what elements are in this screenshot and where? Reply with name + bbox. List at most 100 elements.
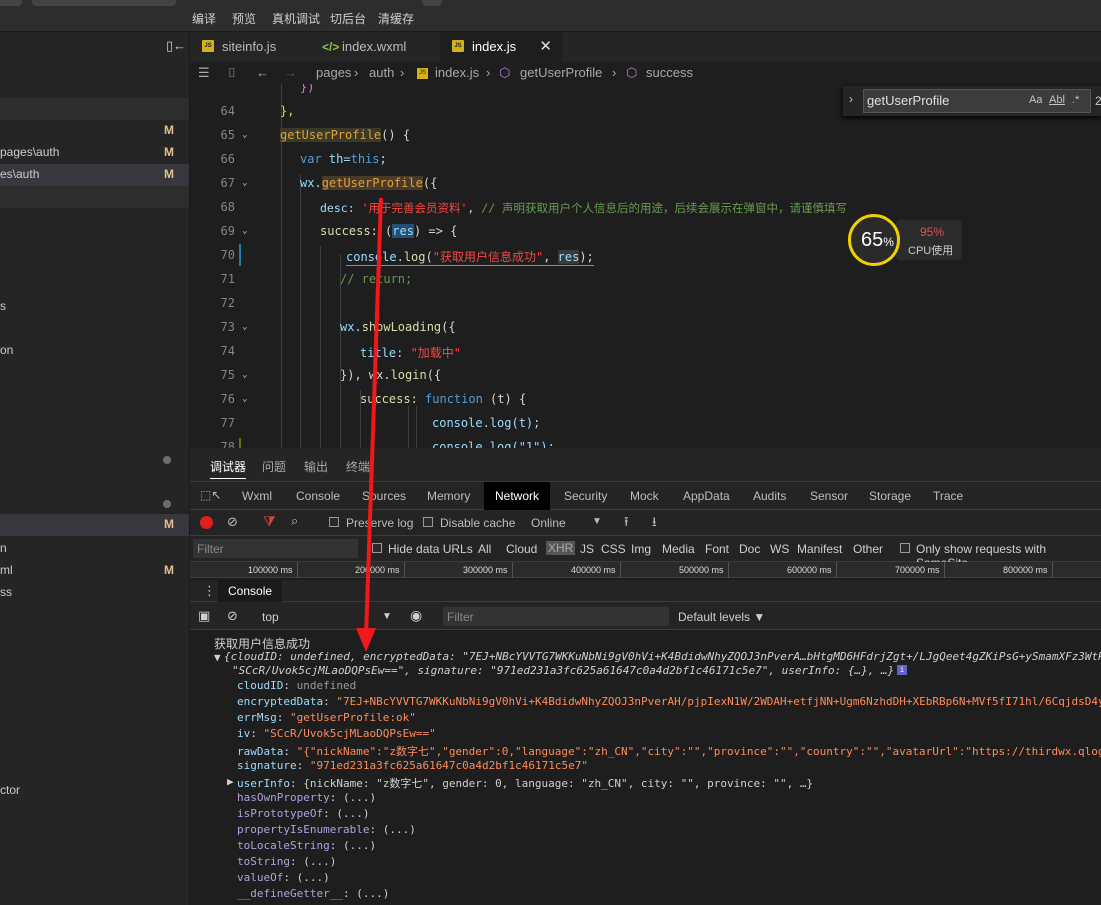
sidebar-file-item[interactable]: pages\auth M xyxy=(0,142,189,164)
network-timeline[interactable]: 100000 ms 200000 ms 300000 ms 400000 ms … xyxy=(190,562,1101,578)
tab-index-wxml[interactable]: </> index.wxml xyxy=(310,32,440,62)
tab-output[interactable]: 输出 xyxy=(304,458,328,475)
object-summary[interactable]: {cloudID: undefined, encryptedData: "7EJ… xyxy=(224,650,1101,663)
tab-terminal[interactable]: 终端 xyxy=(346,458,370,475)
drawer-menu-icon[interactable]: ⋮ xyxy=(203,583,216,599)
sidebar-file-item[interactable]: n xyxy=(0,538,189,560)
devtools-tab-wxml[interactable]: Wxml xyxy=(242,489,272,503)
clear-cache-button[interactable]: 清缓存 xyxy=(378,10,414,27)
sidebar-file-item[interactable]: M xyxy=(0,514,189,536)
sidebar-file-item[interactable]: ss xyxy=(0,582,189,604)
sidebar-file-item[interactable]: ml M xyxy=(0,560,189,582)
back-arrow-icon[interactable]: ← xyxy=(256,65,269,80)
export-har-icon[interactable]: ⭳ xyxy=(652,513,657,535)
console-filter-input[interactable]: Filter xyxy=(443,607,669,626)
fold-chevron-icon[interactable]: ⌄ xyxy=(242,322,247,332)
devtools-tab-trace[interactable]: Trace xyxy=(933,489,963,503)
sidebar-section-header[interactable] xyxy=(0,186,189,208)
filter-type-font[interactable]: Font xyxy=(705,542,729,556)
tab-problems[interactable]: 问题 xyxy=(262,458,286,475)
sidebar-section-header[interactable] xyxy=(0,98,189,120)
breadcrumb-item[interactable]: getUserProfile xyxy=(520,65,602,80)
toolbar-control[interactable] xyxy=(0,0,22,6)
fold-chevron-icon[interactable]: ⌄ xyxy=(242,394,247,404)
filter-type-manifest[interactable]: Manifest xyxy=(797,542,842,556)
network-filter-input[interactable]: Filter xyxy=(193,539,358,558)
clear-icon[interactable]: ⊘ xyxy=(227,514,238,530)
eye-icon[interactable]: ◉ xyxy=(410,607,422,624)
console-prop[interactable]: isPrototypeOf: (...) xyxy=(237,807,369,820)
filter-type-img[interactable]: Img xyxy=(631,542,651,556)
info-icon[interactable]: i xyxy=(897,665,907,675)
throttle-dropdown-icon[interactable]: ▼ xyxy=(592,516,602,527)
fold-chevron-icon[interactable]: ⌄ xyxy=(242,178,247,188)
console-prop[interactable]: hasOwnProperty: (...) xyxy=(237,791,376,804)
expand-object-icon[interactable]: ▼ xyxy=(214,651,221,664)
filter-type-cloud[interactable]: Cloud xyxy=(506,542,537,556)
collapse-sidebar-icon[interactable]: ▯← xyxy=(166,38,186,54)
breadcrumb-item[interactable]: index.js xyxy=(435,65,479,80)
bookmark-icon[interactable]: ⌷ xyxy=(228,65,236,81)
hide-data-urls-checkbox[interactable] xyxy=(372,543,382,553)
whole-word-icon[interactable]: Abl xyxy=(1049,94,1065,106)
devtools-tab-network[interactable]: Network xyxy=(484,482,551,510)
devtools-tab-appdata[interactable]: AppData xyxy=(683,489,730,503)
filter-type-js[interactable]: JS xyxy=(580,542,594,556)
console-prop[interactable]: userInfo: {nickName: "z数字七", gender: 0, … xyxy=(237,775,813,791)
fold-chevron-icon[interactable]: ⌄ xyxy=(242,130,247,140)
sidebar-file-item[interactable]: on xyxy=(0,340,189,362)
devtools-tab-security[interactable]: Security xyxy=(564,489,607,503)
compile-button[interactable]: 编译 xyxy=(192,10,216,27)
import-har-icon[interactable]: ⭱ xyxy=(624,513,629,535)
breadcrumb-item[interactable]: success xyxy=(646,65,693,80)
console-prop[interactable]: toLocaleString: (...) xyxy=(237,839,376,852)
remote-debug-button[interactable]: 真机调试 xyxy=(272,10,320,27)
sidebar-file-item[interactable]: ctor xyxy=(0,780,189,802)
devtools-tab-sensor[interactable]: Sensor xyxy=(810,489,848,503)
expand-userinfo-icon[interactable]: ▶ xyxy=(227,775,234,788)
console-prop[interactable]: valueOf: (...) xyxy=(237,871,330,884)
sidebar-file-item[interactable]: M xyxy=(0,120,189,142)
background-button[interactable]: 切后台 xyxy=(330,10,366,27)
filter-icon[interactable]: ⧩ xyxy=(263,513,276,530)
filter-type-ws[interactable]: WS xyxy=(770,542,789,556)
close-tab-icon[interactable]: ✕ xyxy=(539,37,552,55)
tab-siteinfo-js[interactable]: JS siteinfo.js xyxy=(190,32,310,62)
cpu-usage-widget[interactable]: 95% CPU使用 65% xyxy=(848,214,962,266)
context-select[interactable]: top xyxy=(262,610,279,624)
record-icon[interactable] xyxy=(200,516,213,529)
preview-button[interactable]: 预览 xyxy=(232,10,256,27)
fold-chevron-icon[interactable]: ⌄ xyxy=(242,370,247,380)
devtools-tab-sources[interactable]: Sources xyxy=(362,489,406,503)
console-output[interactable]: 获取用户信息成功 ▼ {cloudID: undefined, encrypte… xyxy=(190,630,1101,905)
drawer-tab-console[interactable]: Console xyxy=(218,580,283,602)
log-levels-select[interactable]: Default levels ▼ xyxy=(678,610,765,624)
breadcrumb-item[interactable]: auth xyxy=(369,65,394,80)
code-editor[interactable]: }) 64 }, 65 ⌄ getUserProfile() { 66 var … xyxy=(190,84,1101,448)
console-prop[interactable]: propertyIsEnumerable: (...) xyxy=(237,823,416,836)
filter-type-doc[interactable]: Doc xyxy=(739,542,760,556)
expand-replace-icon[interactable]: › xyxy=(849,92,853,106)
toolbar-dropdown[interactable] xyxy=(32,0,176,6)
devtools-tab-console[interactable]: Console xyxy=(296,489,340,503)
toolbar-control-right[interactable] xyxy=(422,0,442,6)
find-input[interactable]: getUserProfile Aa Abl .* xyxy=(863,89,1091,113)
match-case-icon[interactable]: Aa xyxy=(1029,94,1042,106)
filter-type-xhr[interactable]: XHR xyxy=(546,541,576,555)
filter-type-media[interactable]: Media xyxy=(662,542,695,556)
filter-type-all[interactable]: All xyxy=(478,542,491,556)
inspect-element-icon[interactable]: ⬚↖ xyxy=(200,488,221,502)
console-prop[interactable]: __defineGetter__: (...) xyxy=(237,887,389,900)
show-sidebar-icon[interactable]: ▣ xyxy=(198,608,210,624)
devtools-tab-mock[interactable]: Mock xyxy=(630,489,659,503)
devtools-tab-memory[interactable]: Memory xyxy=(427,489,470,503)
samesite-checkbox[interactable] xyxy=(900,543,910,553)
disable-cache-checkbox[interactable] xyxy=(423,517,433,527)
preserve-log-checkbox[interactable] xyxy=(329,517,339,527)
tab-index-js[interactable]: JS index.js ✕ xyxy=(440,32,562,62)
context-dropdown-icon[interactable]: ▼ xyxy=(382,611,392,622)
devtools-tab-storage[interactable]: Storage xyxy=(869,489,911,503)
clear-console-icon[interactable]: ⊘ xyxy=(227,608,238,624)
regex-icon[interactable]: .* xyxy=(1072,94,1079,106)
console-prop[interactable]: toString: (...) xyxy=(237,855,336,868)
